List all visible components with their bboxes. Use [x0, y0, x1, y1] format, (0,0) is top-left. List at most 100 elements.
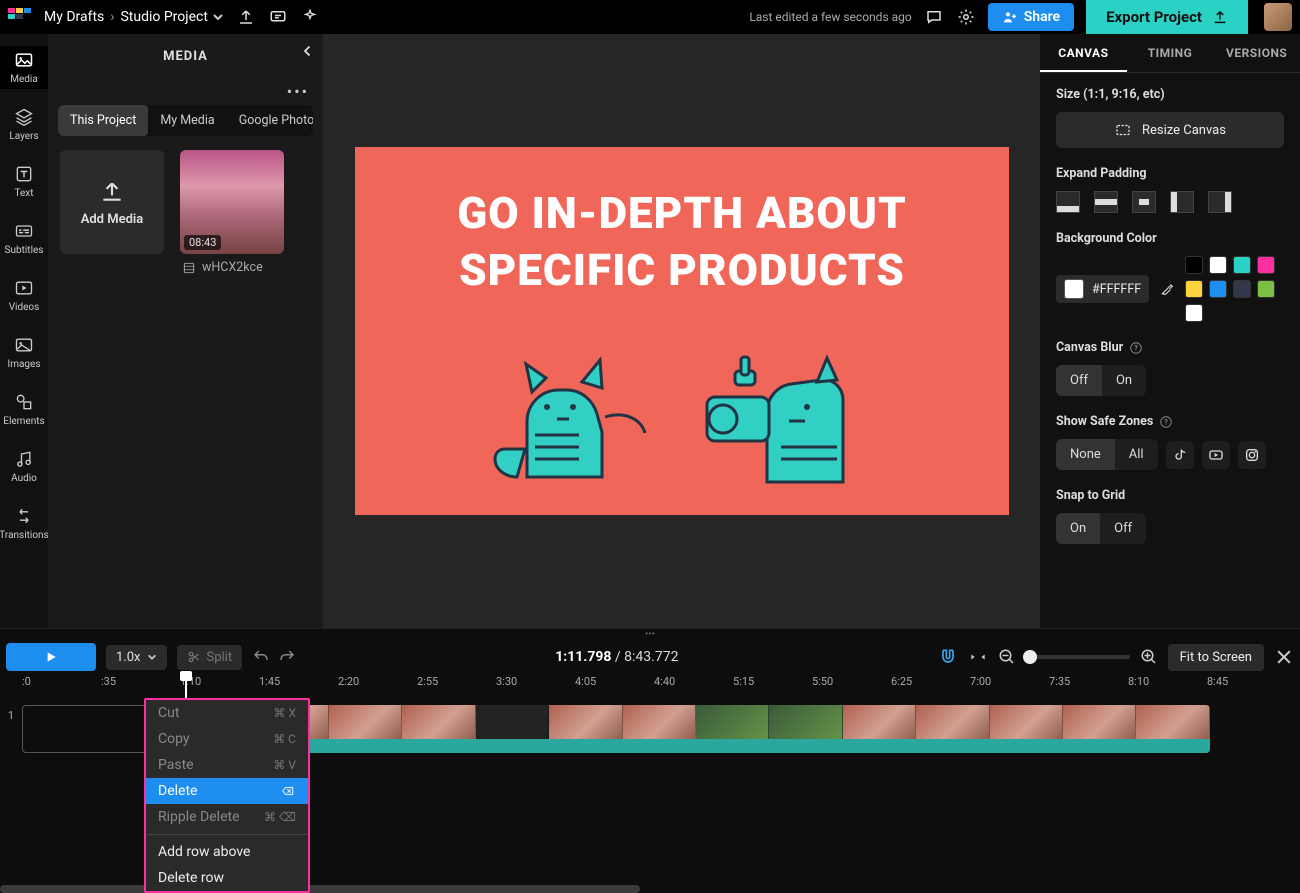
add-media-button[interactable]: Add Media [60, 150, 164, 254]
video-clip[interactable] [182, 705, 1210, 753]
rail-label: Images [7, 359, 40, 370]
media-tab-this-project[interactable]: This Project [58, 105, 148, 136]
snap-on[interactable]: On [1056, 513, 1100, 544]
tab-canvas[interactable]: CANVAS [1040, 34, 1127, 72]
swatch[interactable] [1233, 256, 1251, 274]
cm-shortcut: ⌘ V [273, 758, 296, 772]
blur-off[interactable]: Off [1056, 365, 1102, 396]
timeline-resize-handle[interactable]: ••• [0, 629, 1300, 639]
upload-icon[interactable] [236, 7, 256, 27]
ruler-tick: 8:10 [1128, 675, 1207, 699]
breadcrumb-root[interactable]: My Drafts [44, 9, 104, 25]
eyedropper-icon[interactable] [1159, 281, 1175, 297]
rail-images[interactable]: Images [0, 331, 48, 374]
split-button[interactable]: Split [177, 645, 243, 670]
app-logo[interactable] [8, 8, 32, 26]
collapse-panel-icon[interactable] [299, 42, 317, 60]
timeline-controls: 1.0x Split 1:11.798 / 8:43.772 Fit to Sc… [0, 639, 1300, 675]
bgcolor-hex-input[interactable]: #FFFFFF [1056, 275, 1149, 303]
user-avatar[interactable] [1264, 3, 1292, 31]
cm-ripple-delete[interactable]: Ripple Delete⌘ ⌫ [146, 804, 308, 830]
instagram-icon[interactable] [1238, 441, 1266, 469]
ruler-tick: 4:40 [654, 675, 733, 699]
chat-icon[interactable] [924, 7, 944, 27]
safe-none[interactable]: None [1056, 439, 1115, 470]
swatch[interactable] [1185, 304, 1203, 322]
help-icon[interactable]: ? [1159, 415, 1173, 429]
tab-timing[interactable]: TIMING [1127, 34, 1214, 72]
padding-right[interactable] [1208, 191, 1232, 213]
padding-bottom[interactable] [1056, 191, 1080, 213]
rail-media[interactable]: Media [0, 46, 48, 89]
zoom-slider[interactable] [1026, 655, 1130, 659]
comment-icon[interactable] [268, 7, 288, 27]
undo-icon[interactable] [252, 648, 270, 666]
youtube-icon[interactable] [1202, 441, 1230, 469]
tab-versions[interactable]: VERSIONS [1213, 34, 1300, 72]
rail-subtitles[interactable]: Subtitles [0, 217, 48, 260]
share-button[interactable]: Share [988, 3, 1074, 31]
swatch[interactable] [1257, 280, 1275, 298]
cm-add-row-above[interactable]: Add row above [146, 839, 308, 865]
cm-shortcut: ⌘ C [273, 732, 296, 746]
resize-canvas-button[interactable]: Resize Canvas [1056, 112, 1284, 148]
close-icon[interactable] [1274, 647, 1294, 667]
rail-text[interactable]: Text [0, 160, 48, 203]
zoom-in-icon[interactable] [1140, 648, 1158, 666]
fit-to-screen-button[interactable]: Fit to Screen [1168, 644, 1264, 671]
blur-on[interactable]: On [1102, 365, 1146, 396]
rail-transitions[interactable]: Transitions [0, 502, 48, 545]
snap-edges-icon[interactable] [968, 647, 988, 667]
magnet-icon[interactable] [938, 647, 958, 667]
cm-cut[interactable]: Cut⌘ X [146, 700, 308, 726]
padding-inset[interactable] [1132, 191, 1156, 213]
canvas-text-line1: GO IN-DEPTH ABOUT [457, 185, 906, 242]
cm-copy[interactable]: Copy⌘ C [146, 726, 308, 752]
clip-name-row: wHCX2kce [180, 260, 284, 275]
snap-off[interactable]: Off [1100, 513, 1146, 544]
play-button[interactable] [6, 643, 96, 671]
more-icon[interactable]: ••• [48, 78, 323, 105]
media-panel: MEDIA ••• This Project My Media Google P… [48, 34, 324, 628]
media-title-text: MEDIA [163, 49, 208, 64]
canvas[interactable]: GO IN-DEPTH ABOUT SPECIFIC PRODUCTS [355, 147, 1009, 515]
padding-center-h[interactable] [1094, 191, 1118, 213]
gear-icon[interactable] [956, 7, 976, 27]
help-icon[interactable]: ? [1129, 341, 1143, 355]
media-tab-google-photos[interactable]: Google Photos [227, 105, 313, 136]
cm-paste[interactable]: Paste⌘ V [146, 752, 308, 778]
swatch[interactable] [1257, 256, 1275, 274]
cm-delete[interactable]: Delete [146, 778, 308, 804]
swatch[interactable] [1233, 280, 1251, 298]
cm-separator [146, 834, 308, 835]
cm-delete-row[interactable]: Delete row [146, 865, 308, 891]
rail-videos[interactable]: Videos [0, 274, 48, 317]
play-icon [43, 649, 59, 665]
media-clip[interactable]: 08:43 wHCX2kce [180, 150, 284, 275]
swatch[interactable] [1185, 256, 1203, 274]
safe-all[interactable]: All [1115, 439, 1158, 470]
zoom-out-icon[interactable] [998, 648, 1016, 666]
rail-audio[interactable]: Audio [0, 445, 48, 488]
redo-icon[interactable] [278, 648, 296, 666]
breadcrumb-project[interactable]: Studio Project [120, 9, 223, 25]
export-icon [1212, 9, 1228, 25]
swatch[interactable] [1209, 280, 1227, 298]
rail-layers[interactable]: Layers [0, 103, 48, 146]
magic-icon[interactable] [300, 7, 320, 27]
bgcolor-swatches [1185, 256, 1281, 322]
swatch[interactable] [1209, 256, 1227, 274]
rail-label: Subtitles [5, 245, 44, 256]
export-button[interactable]: Export Project [1086, 0, 1248, 34]
safe-zones-label: Show Safe Zones? [1056, 414, 1284, 429]
resize-label: Resize Canvas [1142, 123, 1226, 138]
media-tab-my-media[interactable]: My Media [148, 105, 226, 136]
tiktok-icon[interactable] [1166, 441, 1194, 469]
rail-elements[interactable]: Elements [0, 388, 48, 431]
timeline-ruler[interactable]: :0 :35 1:10 1:45 2:20 2:55 3:30 4:05 4:4… [0, 675, 1300, 699]
clip-thumbnail[interactable]: 08:43 [180, 150, 284, 254]
padding-left[interactable] [1170, 191, 1194, 213]
swatch[interactable] [1185, 280, 1203, 298]
speed-selector[interactable]: 1.0x [106, 645, 167, 670]
ruler-tick: 7:00 [970, 675, 1049, 699]
